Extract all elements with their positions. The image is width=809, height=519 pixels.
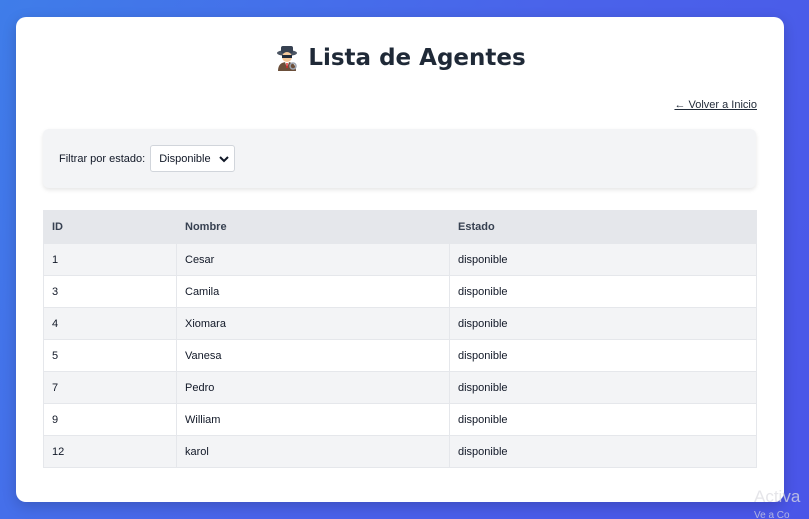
table-row: 9 William disponible bbox=[43, 403, 757, 436]
column-header-estado: Estado bbox=[449, 210, 757, 244]
status-filter-value: Disponible bbox=[159, 152, 211, 165]
cell-estado: disponible bbox=[449, 307, 757, 340]
cell-estado: disponible bbox=[449, 243, 757, 276]
table-row: 12 karol disponible bbox=[43, 435, 757, 468]
column-header-nombre: Nombre bbox=[176, 210, 450, 244]
filter-panel: Filtrar por estado: Disponible bbox=[43, 129, 756, 188]
cell-id: 5 bbox=[43, 339, 177, 372]
cell-nombre: Pedro bbox=[176, 371, 450, 404]
cell-nombre: karol bbox=[176, 435, 450, 468]
table-row: 4 Xiomara disponible bbox=[43, 307, 757, 340]
activation-watermark-subtext: Ve a Co bbox=[754, 510, 790, 519]
table-header-row: ID Nombre Estado bbox=[43, 210, 757, 244]
cell-nombre: Camila bbox=[176, 275, 450, 308]
status-filter-select[interactable]: Disponible bbox=[150, 145, 236, 172]
table-row: 7 Pedro disponible bbox=[43, 371, 757, 404]
cell-id: 12 bbox=[43, 435, 177, 468]
cell-estado: disponible bbox=[449, 275, 757, 308]
cell-estado: disponible bbox=[449, 435, 757, 468]
cell-id: 7 bbox=[43, 371, 177, 404]
detective-icon bbox=[274, 44, 300, 72]
cell-id: 1 bbox=[43, 243, 177, 276]
cell-nombre: Cesar bbox=[176, 243, 450, 276]
chevron-down-icon bbox=[219, 155, 229, 162]
agents-table: ID Nombre Estado 1 Cesar disponible 3 Ca… bbox=[43, 210, 757, 468]
cell-nombre: Vanesa bbox=[176, 339, 450, 372]
cell-id: 3 bbox=[43, 275, 177, 308]
table-row: 1 Cesar disponible bbox=[43, 243, 757, 276]
table-row: 3 Camila disponible bbox=[43, 275, 757, 308]
back-to-home-link[interactable]: ← Volver a Inicio bbox=[674, 99, 757, 111]
column-header-id: ID bbox=[43, 210, 177, 244]
cell-estado: disponible bbox=[449, 371, 757, 404]
cell-nombre: Xiomara bbox=[176, 307, 450, 340]
cell-estado: disponible bbox=[449, 339, 757, 372]
cell-nombre: William bbox=[176, 403, 450, 436]
filter-label: Filtrar por estado: bbox=[59, 152, 146, 165]
cell-estado: disponible bbox=[449, 403, 757, 436]
page-title: Lista de Agentes bbox=[16, 44, 784, 72]
agents-card: Lista de Agentes ← Volver a Inicio Filtr… bbox=[16, 17, 784, 502]
page-title-text: Lista de Agentes bbox=[308, 45, 526, 71]
table-row: 5 Vanesa disponible bbox=[43, 339, 757, 372]
cell-id: 9 bbox=[43, 403, 177, 436]
cell-id: 4 bbox=[43, 307, 177, 340]
activation-watermark: Activa bbox=[754, 487, 801, 506]
